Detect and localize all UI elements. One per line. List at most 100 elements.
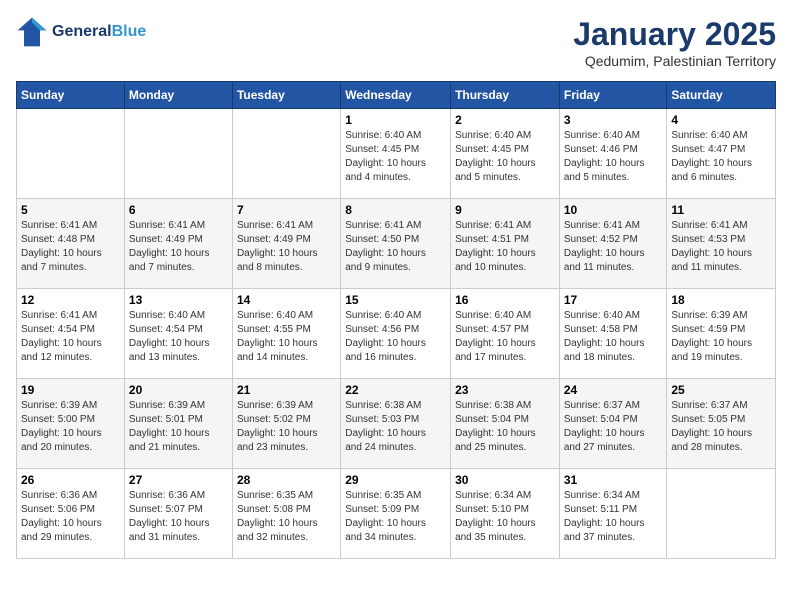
calendar-cell: 21 Sunrise: 6:39 AM Sunset: 5:02 PM Dayli…: [232, 379, 340, 469]
calendar-cell: 5 Sunrise: 6:41 AM Sunset: 4:48 PM Daylig…: [17, 199, 125, 289]
day-number: 31: [564, 473, 663, 487]
calendar-cell: 17 Sunrise: 6:40 AM Sunset: 4:58 PM Dayli…: [559, 289, 667, 379]
calendar-cell: 27Sunrise: 6:36 AM Sunset: 5:07 PM Dayli…: [124, 469, 232, 559]
day-number: 23: [455, 383, 555, 397]
day-number: 22: [345, 383, 446, 397]
day-number: 4: [671, 113, 771, 127]
calendar-cell: 18Sunrise: 6:39 AM Sunset: 4:59 PM Dayli…: [667, 289, 776, 379]
day-number: 28: [237, 473, 336, 487]
day-info: Sunrise: 6:35 AM Sunset: 5:08 PM Dayligh…: [237, 489, 336, 545]
day-number: 12: [21, 293, 120, 307]
col-header-friday: Friday: [559, 82, 667, 109]
calendar-cell: 8 Sunrise: 6:41 AM Sunset: 4:50 PM Daylig…: [341, 199, 451, 289]
location-subtitle: Qedumim, Palestinian Territory: [573, 53, 776, 69]
day-number: 18: [671, 293, 771, 307]
day-number: 10: [564, 203, 663, 217]
day-info: Sunrise: 6:34 AM Sunset: 5:10 PM Dayligh…: [455, 489, 555, 545]
day-info: Sunrise: 6:40 AM Sunset: 4:57 PM Dayligh…: [455, 309, 555, 365]
day-number: 26: [21, 473, 120, 487]
calendar-cell: [17, 109, 125, 199]
calendar-cell: 9 Sunrise: 6:41 AM Sunset: 4:51 PM Daylig…: [451, 199, 560, 289]
day-number: 27: [129, 473, 228, 487]
day-number: 21: [237, 383, 336, 397]
day-number: 29: [345, 473, 446, 487]
week-row-5: 26 Sunrise: 6:36 AM Sunset: 5:06 PM Dayli…: [17, 469, 776, 559]
calendar-cell: 10 Sunrise: 6:41 AM Sunset: 4:52 PM Dayli…: [559, 199, 667, 289]
calendar-cell: 19 Sunrise: 6:39 AM Sunset: 5:00 PM Dayli…: [17, 379, 125, 469]
calendar-cell: 30 Sunrise: 6:34 AM Sunset: 5:10 PM Dayli…: [451, 469, 560, 559]
calendar-cell: 29 Sunrise: 6:35 AM Sunset: 5:09 PM Dayli…: [341, 469, 451, 559]
day-info: Sunrise: 6:40 AM Sunset: 4:45 PM Dayligh…: [345, 129, 446, 185]
day-number: 19: [21, 383, 120, 397]
day-info: Sunrise: 6:41 AM Sunset: 4:49 PM Dayligh…: [237, 219, 336, 275]
day-number: 16: [455, 293, 555, 307]
day-number: 17: [564, 293, 663, 307]
day-number: 9: [455, 203, 555, 217]
calendar-cell: [667, 469, 776, 559]
day-number: 15: [345, 293, 446, 307]
day-number: 20: [129, 383, 228, 397]
day-info: Sunrise: 6:41 AM Sunset: 4:53 PM Dayligh…: [671, 219, 771, 275]
day-info: Sunrise: 6:40 AM Sunset: 4:47 PM Dayligh…: [671, 129, 771, 185]
day-number: 30: [455, 473, 555, 487]
calendar-cell: 31 Sunrise: 6:34 AM Sunset: 5:11 PM Dayli…: [559, 469, 667, 559]
day-info: Sunrise: 6:38 AM Sunset: 5:04 PM Dayligh…: [455, 399, 555, 455]
calendar-cell: 28 Sunrise: 6:35 AM Sunset: 5:08 PM Dayli…: [232, 469, 340, 559]
day-number: 5: [21, 203, 120, 217]
calendar-cell: 22 Sunrise: 6:38 AM Sunset: 5:03 PM Dayli…: [341, 379, 451, 469]
week-row-4: 19 Sunrise: 6:39 AM Sunset: 5:00 PM Dayli…: [17, 379, 776, 469]
logo-icon: [16, 16, 48, 48]
calendar-cell: 2 Sunrise: 6:40 AM Sunset: 4:45 PM Daylig…: [451, 109, 560, 199]
day-info: Sunrise: 6:40 AM Sunset: 4:55 PM Dayligh…: [237, 309, 336, 365]
day-info: Sunrise: 6:41 AM Sunset: 4:51 PM Dayligh…: [455, 219, 555, 275]
day-info: Sunrise: 6:41 AM Sunset: 4:52 PM Dayligh…: [564, 219, 663, 275]
day-number: 8: [345, 203, 446, 217]
day-number: 1: [345, 113, 446, 127]
day-info: Sunrise: 6:40 AM Sunset: 4:58 PM Dayligh…: [564, 309, 663, 365]
day-info: Sunrise: 6:41 AM Sunset: 4:54 PM Dayligh…: [21, 309, 120, 365]
title-block: January 2025 Qedumim, Palestinian Territ…: [573, 16, 776, 69]
day-info: Sunrise: 6:34 AM Sunset: 5:11 PM Dayligh…: [564, 489, 663, 545]
week-row-1: 1 Sunrise: 6:40 AM Sunset: 4:45 PM Daylig…: [17, 109, 776, 199]
day-info: Sunrise: 6:38 AM Sunset: 5:03 PM Dayligh…: [345, 399, 446, 455]
month-title: January 2025: [573, 16, 776, 53]
calendar-cell: 23 Sunrise: 6:38 AM Sunset: 5:04 PM Dayli…: [451, 379, 560, 469]
week-row-2: 5 Sunrise: 6:41 AM Sunset: 4:48 PM Daylig…: [17, 199, 776, 289]
day-info: Sunrise: 6:37 AM Sunset: 5:05 PM Dayligh…: [671, 399, 771, 455]
logo-text: GeneralBlue: [52, 23, 146, 41]
calendar-cell: 24Sunrise: 6:37 AM Sunset: 5:04 PM Dayli…: [559, 379, 667, 469]
calendar-cell: 4 Sunrise: 6:40 AM Sunset: 4:47 PM Daylig…: [667, 109, 776, 199]
day-info: Sunrise: 6:41 AM Sunset: 4:50 PM Dayligh…: [345, 219, 446, 275]
calendar-cell: 7Sunrise: 6:41 AM Sunset: 4:49 PM Daylig…: [232, 199, 340, 289]
calendar-cell: 11Sunrise: 6:41 AM Sunset: 4:53 PM Dayli…: [667, 199, 776, 289]
calendar-cell: 3 Sunrise: 6:40 AM Sunset: 4:46 PM Daylig…: [559, 109, 667, 199]
calendar-cell: 15 Sunrise: 6:40 AM Sunset: 4:56 PM Dayli…: [341, 289, 451, 379]
day-number: 14: [237, 293, 336, 307]
day-info: Sunrise: 6:35 AM Sunset: 5:09 PM Dayligh…: [345, 489, 446, 545]
calendar-cell: 16 Sunrise: 6:40 AM Sunset: 4:57 PM Dayli…: [451, 289, 560, 379]
day-info: Sunrise: 6:40 AM Sunset: 4:46 PM Dayligh…: [564, 129, 663, 185]
col-header-thursday: Thursday: [451, 82, 560, 109]
day-info: Sunrise: 6:39 AM Sunset: 5:00 PM Dayligh…: [21, 399, 120, 455]
col-header-saturday: Saturday: [667, 82, 776, 109]
day-info: Sunrise: 6:40 AM Sunset: 4:56 PM Dayligh…: [345, 309, 446, 365]
day-number: 24: [564, 383, 663, 397]
day-info: Sunrise: 6:40 AM Sunset: 4:54 PM Dayligh…: [129, 309, 228, 365]
col-header-sunday: Sunday: [17, 82, 125, 109]
calendar-table: SundayMondayTuesdayWednesdayThursdayFrid…: [16, 81, 776, 559]
day-info: Sunrise: 6:41 AM Sunset: 4:48 PM Dayligh…: [21, 219, 120, 275]
calendar-cell: [124, 109, 232, 199]
day-info: Sunrise: 6:40 AM Sunset: 4:45 PM Dayligh…: [455, 129, 555, 185]
calendar-cell: 12 Sunrise: 6:41 AM Sunset: 4:54 PM Dayli…: [17, 289, 125, 379]
logo: GeneralBlue: [16, 16, 146, 48]
calendar-cell: 13Sunrise: 6:40 AM Sunset: 4:54 PM Dayli…: [124, 289, 232, 379]
day-number: 2: [455, 113, 555, 127]
week-row-3: 12 Sunrise: 6:41 AM Sunset: 4:54 PM Dayli…: [17, 289, 776, 379]
day-info: Sunrise: 6:39 AM Sunset: 5:02 PM Dayligh…: [237, 399, 336, 455]
calendar-cell: 26 Sunrise: 6:36 AM Sunset: 5:06 PM Dayli…: [17, 469, 125, 559]
day-number: 3: [564, 113, 663, 127]
calendar-cell: 1 Sunrise: 6:40 AM Sunset: 4:45 PM Daylig…: [341, 109, 451, 199]
day-info: Sunrise: 6:36 AM Sunset: 5:06 PM Dayligh…: [21, 489, 120, 545]
calendar-cell: 14 Sunrise: 6:40 AM Sunset: 4:55 PM Dayli…: [232, 289, 340, 379]
calendar-cell: 25Sunrise: 6:37 AM Sunset: 5:05 PM Dayli…: [667, 379, 776, 469]
